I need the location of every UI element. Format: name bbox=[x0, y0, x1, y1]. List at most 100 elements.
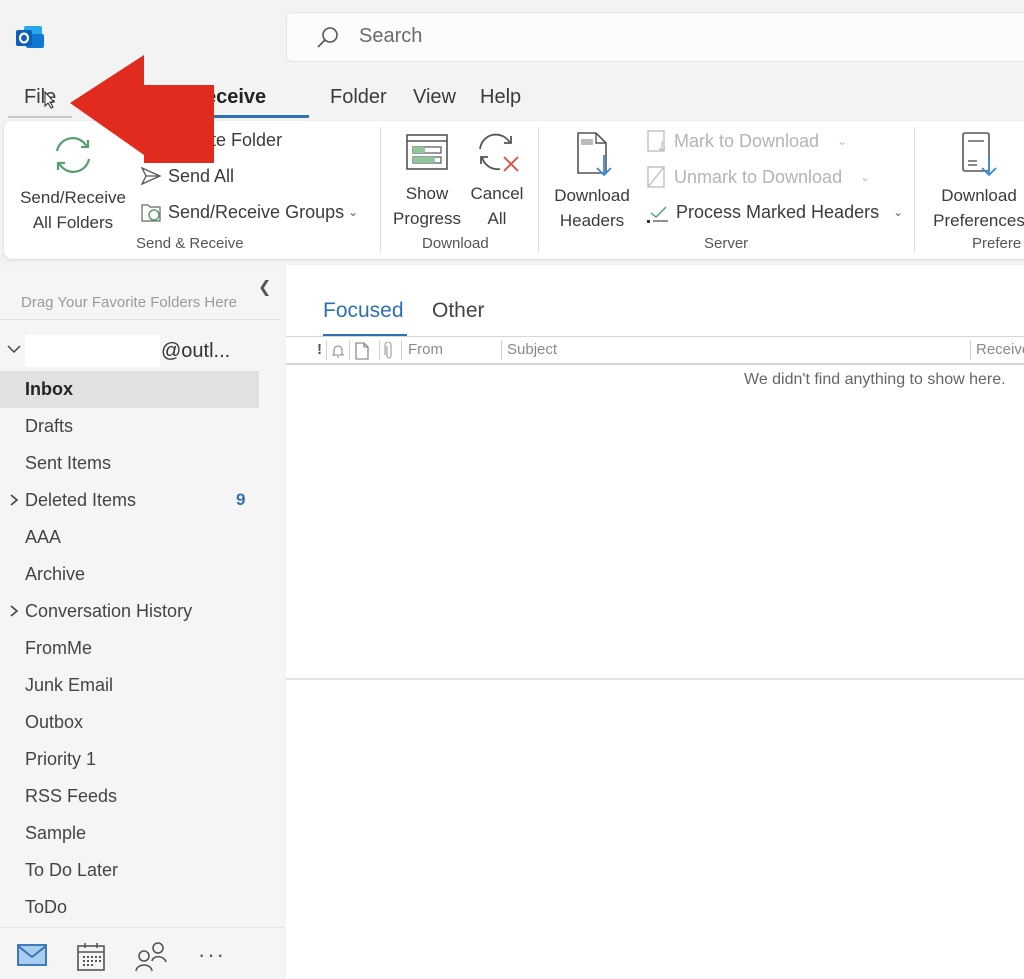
download-headers-button[interactable]: Download Headers bbox=[546, 129, 638, 233]
group-separator bbox=[538, 127, 539, 253]
download-preferences-button[interactable]: Download Preferences bbox=[924, 129, 1024, 233]
item-icon-column-icon[interactable] bbox=[355, 342, 369, 360]
process-marked-headers-button[interactable]: Process Marked Headers ⌄ bbox=[646, 201, 903, 223]
mark-to-download-label: Mark to Download bbox=[674, 130, 820, 151]
download-preferences-icon bbox=[962, 132, 997, 177]
folder-item[interactable]: Sample bbox=[0, 815, 259, 852]
folder-item[interactable]: ToDo bbox=[0, 889, 259, 926]
reading-pane-divider[interactable] bbox=[286, 678, 1024, 680]
chevron-right-icon[interactable] bbox=[8, 493, 20, 507]
more-icon[interactable]: ··· bbox=[198, 942, 226, 968]
cancel-all-button[interactable]: Cancel All bbox=[464, 129, 530, 231]
folder-item[interactable]: Junk Email bbox=[0, 667, 259, 704]
folder-item[interactable]: To Do Later bbox=[0, 852, 259, 889]
folder-item[interactable]: Deleted Items 9 bbox=[0, 482, 259, 519]
send-receive-all-folders-button[interactable]: Send/Receive All Folders bbox=[14, 129, 132, 235]
tab-other[interactable]: Other bbox=[432, 299, 485, 323]
chevron-down-icon: ⌄ bbox=[893, 205, 904, 219]
chevron-down-icon: ⌄ bbox=[837, 134, 848, 148]
send-all-label: Send All bbox=[168, 165, 235, 186]
show-progress-button[interactable]: Show Progress bbox=[388, 129, 466, 231]
account-name[interactable]: @outl... bbox=[161, 340, 230, 363]
search-placeholder[interactable]: Search bbox=[359, 25, 422, 48]
active-tab-indicator bbox=[203, 115, 309, 118]
calendar-icon[interactable] bbox=[76, 942, 106, 972]
favorites-drop-hint: Drag Your Favorite Folders Here bbox=[21, 294, 237, 311]
folder-name: Outbox bbox=[25, 712, 84, 732]
mark-to-download-button[interactable]: Mark to Download ⌄ bbox=[646, 129, 847, 153]
group-separator bbox=[914, 127, 915, 253]
mail-icon[interactable] bbox=[16, 942, 48, 968]
folder-item[interactable]: AAA bbox=[0, 519, 259, 556]
send-icon bbox=[140, 166, 162, 186]
folder-item[interactable]: Sent Items bbox=[0, 445, 259, 482]
download-headers-icon bbox=[577, 132, 612, 177]
tab-help[interactable]: Help bbox=[480, 86, 521, 109]
chevron-right-icon[interactable] bbox=[8, 604, 20, 618]
progress-icon bbox=[406, 134, 448, 170]
tab-view[interactable]: View bbox=[413, 86, 456, 109]
tab-send-receive[interactable]: Send / Receive bbox=[125, 86, 266, 109]
column-separator bbox=[379, 340, 380, 360]
importance-column-header[interactable]: ! bbox=[317, 341, 322, 358]
group-label-download: Download bbox=[422, 235, 489, 252]
outlook-window: Search File Send / Receive Folder View H… bbox=[0, 0, 1024, 979]
folder-item[interactable]: Priority 1 bbox=[0, 741, 259, 778]
column-separator bbox=[326, 340, 327, 360]
folder-item[interactable]: Archive bbox=[0, 556, 259, 593]
send-receive-label-1: Send/Receive bbox=[20, 188, 126, 207]
folder-item[interactable]: Conversation History bbox=[0, 593, 259, 630]
send-receive-groups-label: Send/Receive Groups bbox=[168, 201, 345, 222]
divider bbox=[286, 363, 1024, 365]
unmark-to-download-button[interactable]: Unmark to Download ⌄ bbox=[646, 165, 870, 189]
chevron-down-icon: ⌄ bbox=[348, 205, 359, 219]
chevron-down-icon: ⌄ bbox=[860, 170, 871, 184]
redacted-account-name bbox=[25, 335, 160, 367]
folder-list: Inbox Drafts Sent Items Deleted Items 9 AAA Ar… bbox=[0, 371, 284, 926]
people-icon[interactable] bbox=[134, 940, 168, 972]
reminder-bell-icon[interactable] bbox=[330, 343, 346, 359]
attachment-icon[interactable] bbox=[384, 342, 394, 360]
title-bar: Search bbox=[0, 0, 1024, 78]
sync-icon bbox=[55, 137, 91, 173]
cancel-sync-icon bbox=[479, 133, 519, 172]
folder-item[interactable]: Outbox bbox=[0, 704, 259, 741]
tab-folder[interactable]: Folder bbox=[330, 86, 387, 109]
folder-name: Junk Email bbox=[25, 675, 114, 695]
folder-item[interactable]: Drafts bbox=[0, 408, 259, 445]
outlook-logo-icon bbox=[16, 26, 44, 48]
ribbon-tabs: File Send / Receive Folder View Help bbox=[0, 80, 1024, 120]
search-box[interactable]: Search bbox=[286, 12, 1024, 62]
folder-name: FromMe bbox=[25, 638, 92, 658]
received-column-header[interactable]: Receive bbox=[976, 341, 1024, 358]
divider bbox=[286, 336, 1024, 337]
show-progress-label-1: Show bbox=[405, 184, 449, 203]
update-folder-button[interactable]: Update Folder bbox=[140, 129, 282, 151]
folder-name: Conversation History bbox=[25, 601, 193, 621]
send-receive-groups-button[interactable]: Send/Receive Groups ⌄ bbox=[140, 201, 358, 223]
send-all-button[interactable]: Send All bbox=[140, 165, 234, 187]
update-folder-label: Update Folder bbox=[168, 129, 283, 150]
folder-item[interactable]: RSS Feeds bbox=[0, 778, 259, 815]
column-separator bbox=[501, 340, 502, 360]
folder-sync-icon bbox=[141, 204, 161, 222]
unmark-to-download-label: Unmark to Download bbox=[674, 166, 843, 187]
subject-column-header[interactable]: Subject bbox=[507, 341, 557, 358]
process-headers-icon bbox=[647, 206, 668, 223]
collapse-folder-pane-button[interactable]: ❮ bbox=[258, 277, 271, 297]
folder-name: AAA bbox=[25, 527, 62, 547]
group-label-preferences: Prefere bbox=[972, 235, 1022, 252]
process-marked-headers-label: Process Marked Headers bbox=[676, 201, 880, 222]
folder-name: Sent Items bbox=[25, 453, 112, 473]
group-separator bbox=[380, 127, 381, 253]
folder-item[interactable]: Inbox bbox=[0, 371, 259, 408]
cancel-all-label-1: Cancel bbox=[470, 184, 524, 203]
download-headers-label-2: Headers bbox=[559, 211, 625, 230]
chevron-down-icon bbox=[7, 345, 21, 354]
folder-item[interactable]: FromMe bbox=[0, 630, 259, 667]
from-column-header[interactable]: From bbox=[408, 341, 443, 358]
tab-focused[interactable]: Focused bbox=[323, 299, 404, 323]
group-label-send-receive: Send & Receive bbox=[136, 235, 244, 252]
folder-name: Priority 1 bbox=[25, 749, 97, 769]
download-preferences-label-2: Preferences bbox=[933, 211, 1024, 230]
